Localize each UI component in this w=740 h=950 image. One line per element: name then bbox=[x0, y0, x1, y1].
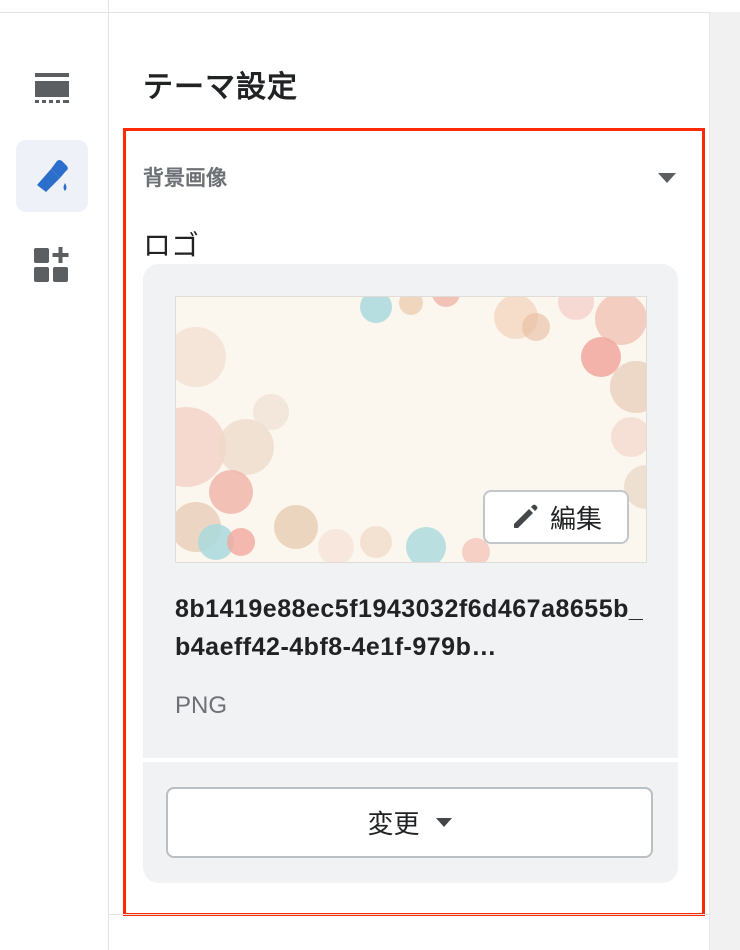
add-section-icon bbox=[34, 247, 69, 282]
scrollbar-track[interactable] bbox=[709, 12, 740, 950]
change-button[interactable]: 変更 bbox=[166, 787, 653, 858]
edit-button-label: 編集 bbox=[549, 503, 602, 534]
sidebar-rail bbox=[0, 0, 109, 950]
rail-item-header[interactable] bbox=[16, 52, 88, 124]
rail-item-add-section[interactable] bbox=[16, 228, 88, 300]
bottom-divider bbox=[108, 914, 709, 915]
header-section-icon bbox=[35, 73, 69, 103]
file-name: 8b1419e88ec5f1943032f6d467a8655b_b4aeff4… bbox=[175, 595, 644, 661]
change-button-label: 変更 bbox=[367, 809, 420, 839]
logo-label: ロゴ bbox=[143, 230, 200, 261]
panel-title: テーマ設定 bbox=[143, 71, 298, 104]
file-type: PNG bbox=[175, 692, 228, 719]
rail-item-theme-settings[interactable] bbox=[16, 140, 88, 212]
edit-button[interactable]: 編集 bbox=[483, 490, 629, 544]
pencil-icon bbox=[513, 504, 538, 528]
card-divider bbox=[143, 758, 678, 762]
paint-brush-icon bbox=[37, 160, 68, 192]
background-image-section-label[interactable]: 背景画像 bbox=[143, 162, 227, 192]
chevron-down-icon[interactable] bbox=[658, 173, 676, 183]
caret-down-icon bbox=[435, 818, 452, 827]
top-divider bbox=[0, 12, 740, 13]
